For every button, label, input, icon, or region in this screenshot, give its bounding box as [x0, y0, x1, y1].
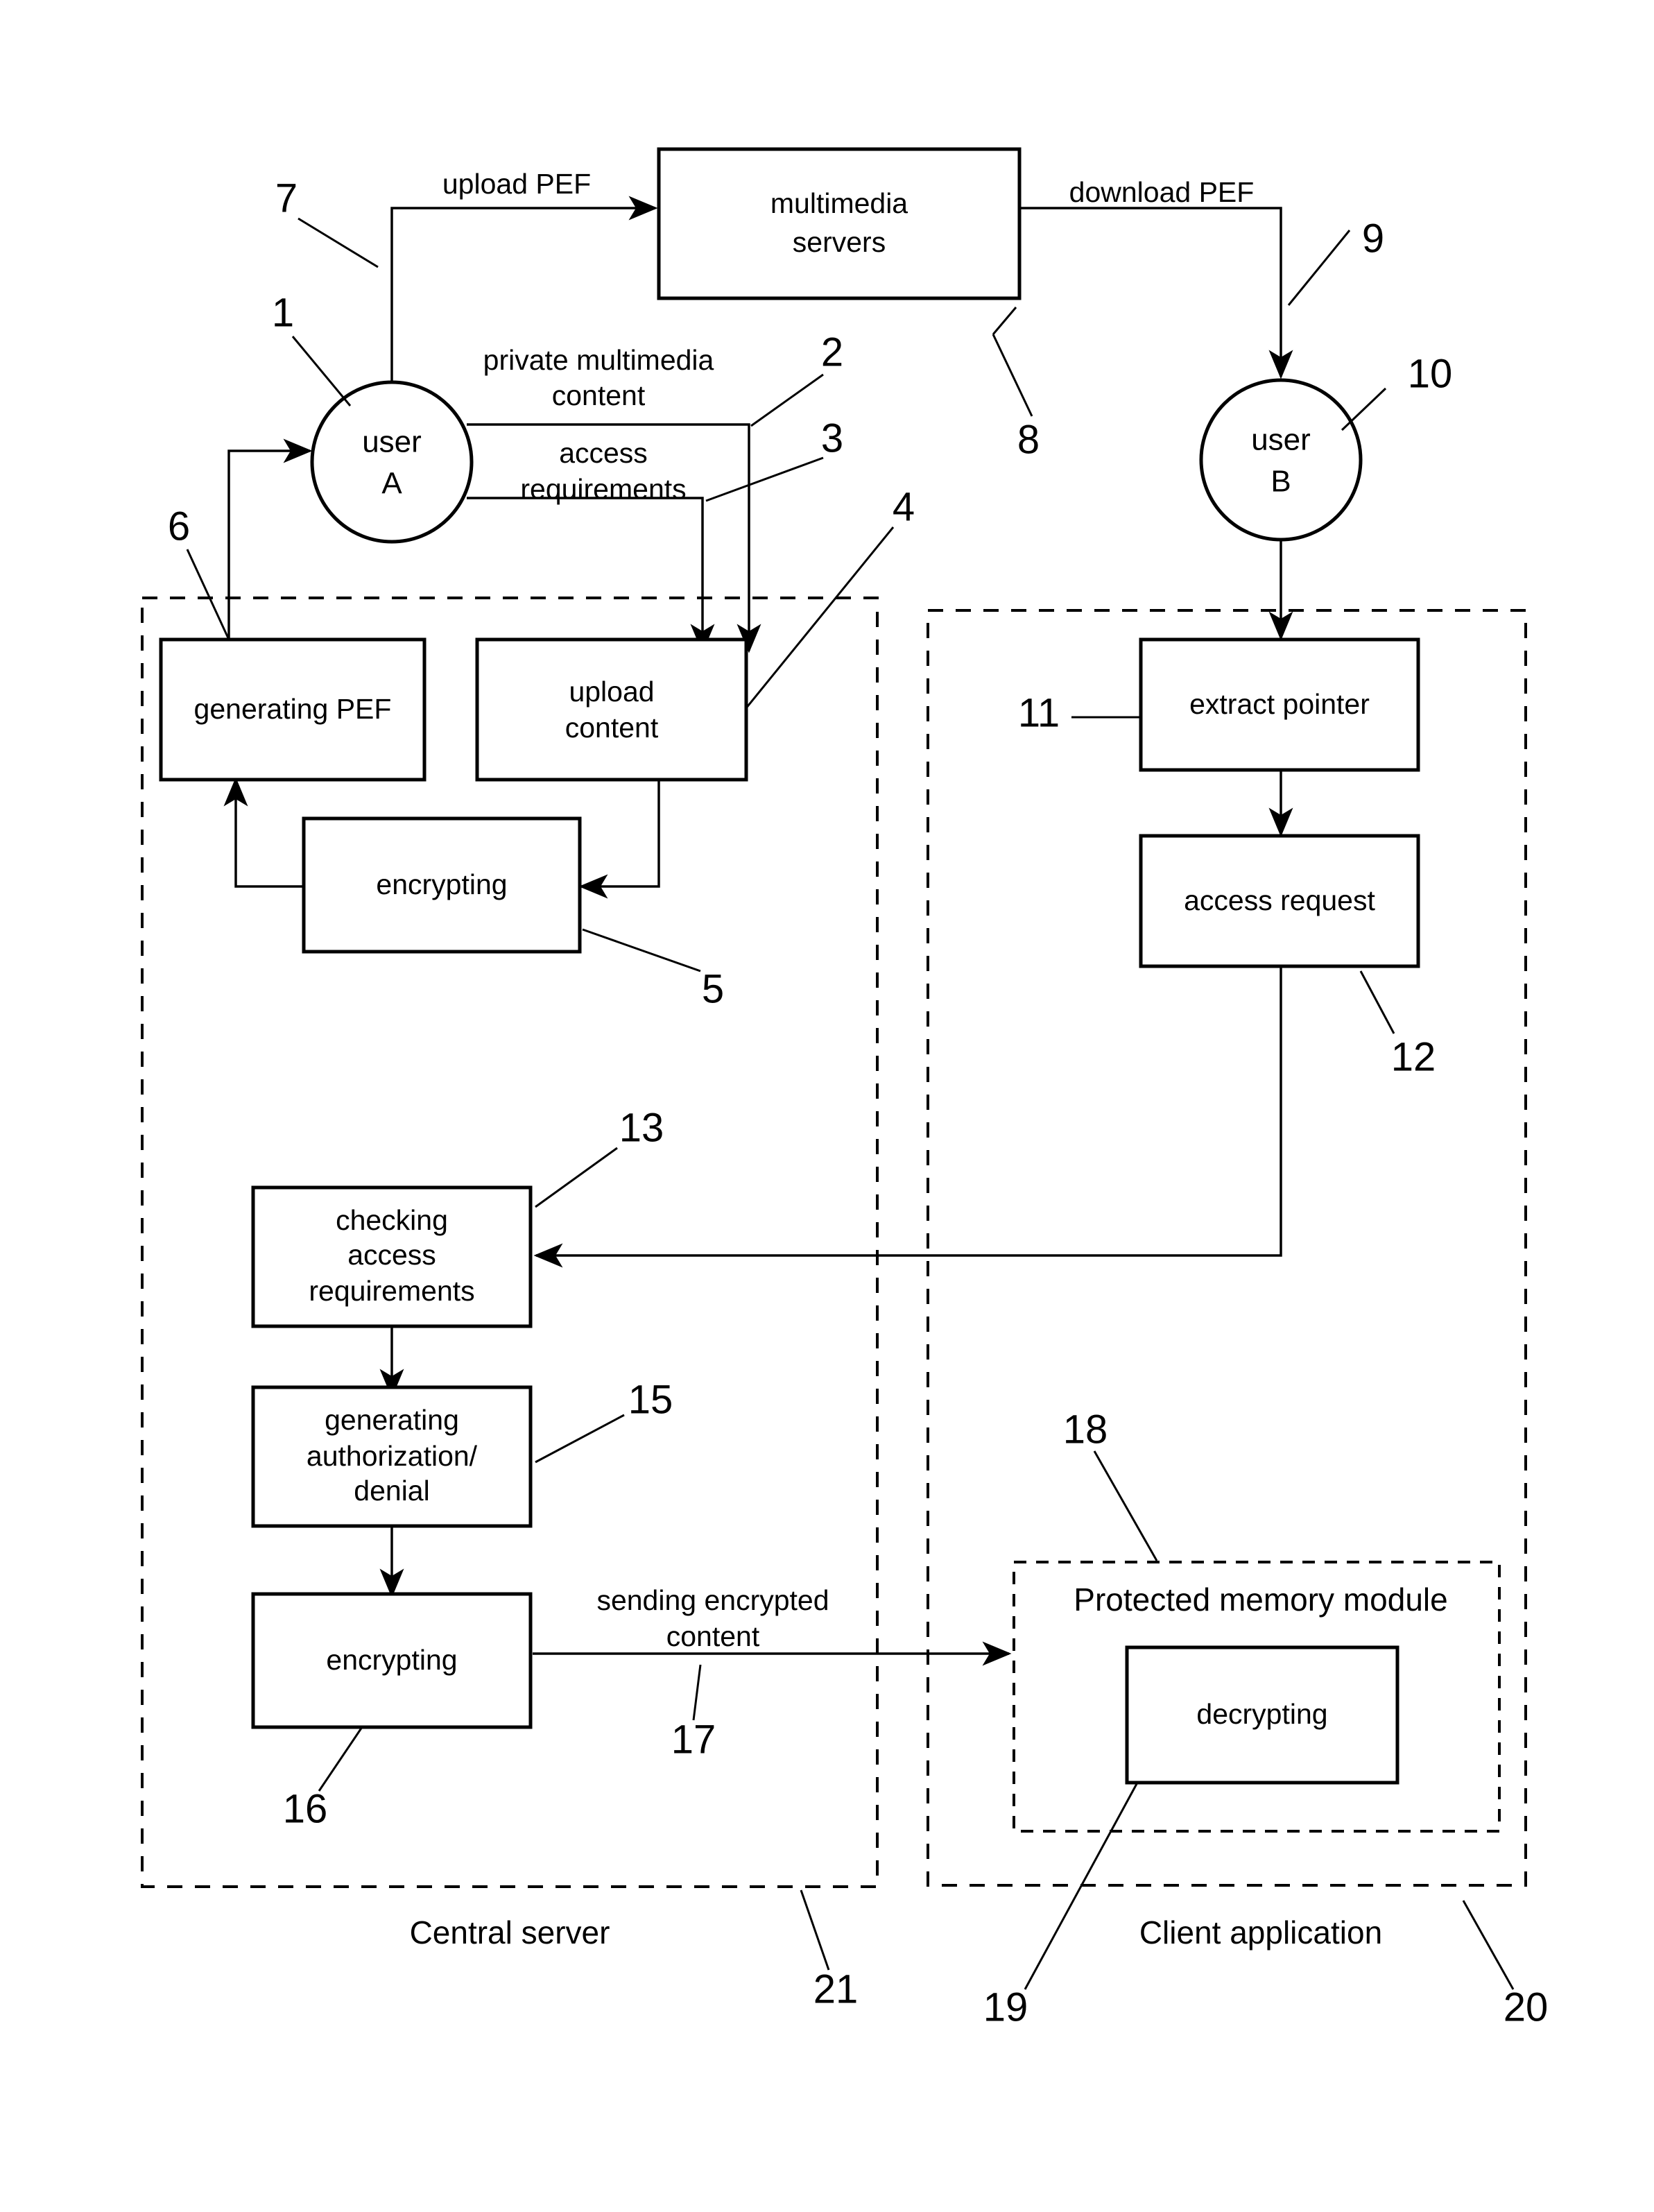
ref-numeral-16: 16: [283, 1786, 328, 1831]
ref-numeral-17: 17: [671, 1717, 716, 1762]
edge-label-sending-encrypted-content-line1: sending encrypted: [596, 1584, 829, 1616]
ref-numeral-13: 13: [619, 1105, 664, 1150]
leader-12: [1359, 970, 1395, 1034]
actor-user-b-label-line2: B: [1270, 465, 1291, 499]
edge-label-sending-encrypted-content-line2: content: [666, 1620, 760, 1652]
leader-21: [800, 1889, 830, 1971]
leader-20: [1462, 1900, 1515, 1990]
leader-13: [535, 1147, 618, 1208]
leader-9: [1287, 230, 1351, 306]
edge-label-access-requirements-line1: access: [559, 437, 648, 469]
ref-numeral-11: 11: [1018, 690, 1060, 735]
region-label-protected-memory-module: Protected memory module: [1074, 1581, 1447, 1618]
ref-numeral-1: 1: [272, 290, 294, 335]
leader-8b: [992, 334, 1033, 417]
box-generating-authorization-denial-label-line1: generating: [325, 1404, 459, 1436]
box-encrypting-client-label: encrypting: [376, 868, 507, 900]
flow-encrypting-to-generating-pef: [223, 777, 304, 888]
box-upload-content[interactable]: [475, 637, 748, 782]
edge-label-access-requirements-line2: requirements: [520, 473, 686, 505]
actor-user-b-label-line1: user: [1251, 423, 1311, 457]
leader-1: [291, 336, 352, 406]
patent-figure: multimedia servers generating PEF upload…: [0, 0, 1654, 2212]
actor-user-a-label-line2: A: [381, 467, 402, 501]
ref-numeral-12: 12: [1391, 1034, 1436, 1079]
ref-numeral-19: 19: [983, 1984, 1028, 2030]
box-checking-access-requirements-label-line1: checking: [336, 1204, 448, 1236]
actor-user-a[interactable]: [310, 380, 474, 544]
leader-7: [298, 217, 379, 268]
flow-download-pef: [1019, 207, 1293, 379]
box-multimedia-servers-label-line1: multimedia: [770, 187, 908, 219]
leader-18: [1093, 1450, 1158, 1561]
leader-5: [582, 928, 701, 972]
ref-numeral-21: 21: [813, 1966, 859, 2012]
box-upload-content-label-line2: content: [565, 712, 659, 744]
box-generating-authorization-denial-label-line2: authorization/: [307, 1440, 478, 1472]
leader-16: [318, 1726, 363, 1792]
region-label-client-application: Client application: [1139, 1914, 1382, 1950]
ref-numeral-9: 9: [1362, 216, 1384, 261]
edge-label-private-multimedia-content-line2: content: [552, 379, 646, 411]
box-generating-authorization-denial-label-line3: denial: [354, 1475, 429, 1507]
box-encrypting-server-label: encrypting: [326, 1644, 457, 1676]
box-decrypting-label: decrypting: [1196, 1698, 1327, 1730]
leader-4: [744, 526, 895, 710]
flow-generating-pef-to-user-a: [227, 438, 313, 656]
leader-2: [750, 373, 824, 427]
flow-diagram-canvas: multimedia servers generating PEF upload…: [141, 147, 1549, 2030]
leader-10: [1341, 387, 1387, 431]
ref-numeral-18: 18: [1063, 1407, 1108, 1452]
box-extract-pointer-label: extract pointer: [1189, 688, 1370, 720]
ref-numeral-7: 7: [275, 175, 298, 221]
box-checking-access-requirements-label-line2: access: [347, 1239, 436, 1271]
ref-numeral-6: 6: [168, 504, 190, 549]
ref-numeral-15: 15: [628, 1377, 673, 1422]
box-access-request-label: access request: [1184, 884, 1375, 916]
ref-numeral-5: 5: [702, 966, 724, 1011]
flow-access-requirements: [467, 497, 715, 653]
box-multimedia-servers-label-line2: servers: [793, 226, 886, 258]
actor-user-b[interactable]: [1199, 378, 1363, 542]
actor-user-a-label-line1: user: [362, 425, 422, 459]
leader-6: [186, 549, 230, 640]
ref-numeral-4: 4: [893, 484, 915, 529]
ref-numeral-20: 20: [1504, 1984, 1549, 2030]
leader-8: [992, 307, 1017, 335]
region-label-central-server: Central server: [410, 1914, 610, 1950]
edge-label-private-multimedia-content-line1: private multimedia: [483, 344, 714, 376]
ref-numeral-2: 2: [821, 329, 843, 375]
edge-label-upload-pef: upload PEF: [442, 168, 591, 200]
box-checking-access-requirements-label-line3: requirements: [309, 1275, 474, 1307]
leader-3: [705, 456, 824, 502]
box-multimedia-servers[interactable]: [657, 147, 1022, 300]
box-generating-pef-label: generating PEF: [194, 693, 392, 725]
flow-upload-content-to-encrypting: [578, 778, 660, 899]
ref-numeral-3: 3: [821, 415, 843, 461]
box-upload-content-label-line1: upload: [569, 676, 654, 708]
ref-numeral-8: 8: [1017, 417, 1040, 462]
ref-numeral-10: 10: [1408, 351, 1453, 396]
edge-label-download-pef: download PEF: [1069, 176, 1255, 208]
leader-15: [535, 1414, 625, 1464]
leader-17: [692, 1664, 702, 1721]
